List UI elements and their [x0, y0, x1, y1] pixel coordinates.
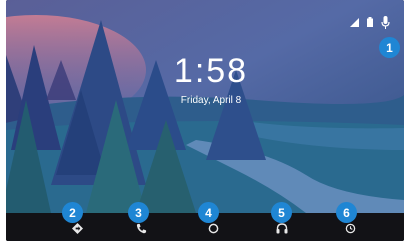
signal-icon [350, 17, 359, 27]
callout-badge-2: 2 [62, 202, 83, 223]
headphones-icon [276, 222, 288, 233]
clock-date: Friday, April 8 [180, 95, 242, 106]
clock-time: 1:58 [173, 52, 249, 90]
callout-badge-4: 4 [198, 202, 219, 223]
navigation-icon [71, 222, 83, 234]
status-icons [350, 15, 390, 29]
microphone-icon[interactable] [381, 15, 390, 29]
callout-badge-3: 3 [128, 202, 149, 223]
home-icon [208, 223, 218, 233]
callout-badge-1: 1 [379, 37, 400, 58]
phone-icon [136, 223, 146, 233]
wallpaper [6, 0, 404, 213]
recents-icon [345, 223, 355, 233]
callout-badge-5: 5 [271, 202, 292, 223]
battery-icon [367, 17, 373, 27]
callout-badge-6: 6 [336, 202, 357, 223]
